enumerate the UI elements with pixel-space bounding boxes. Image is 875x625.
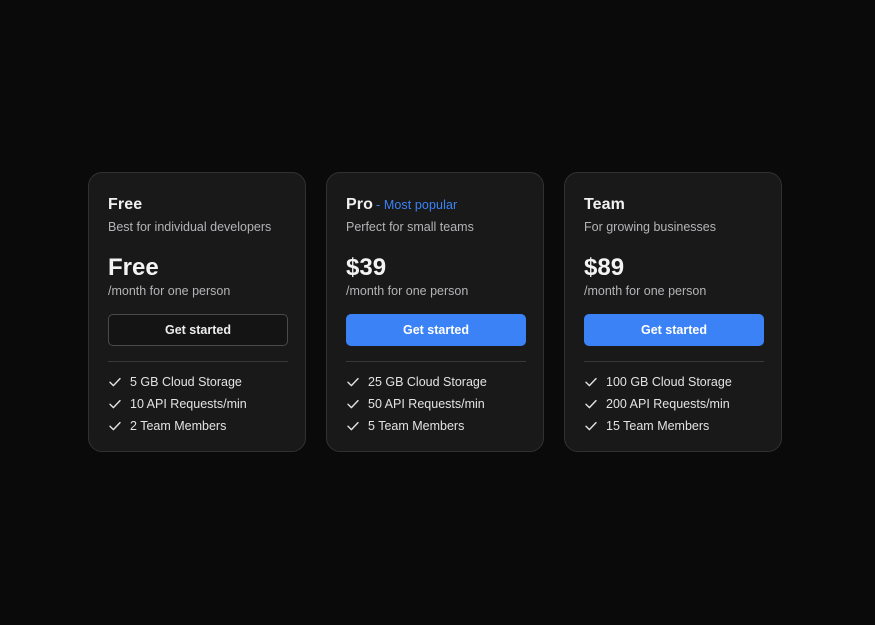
- price-period: /month for one person: [346, 284, 469, 298]
- most-popular-badge: - Most popular: [375, 198, 458, 212]
- feature-list: 5 GB Cloud Storage 10 API Requests/min 2…: [108, 371, 286, 437]
- feature-item: 100 GB Cloud Storage: [584, 371, 762, 393]
- check-icon: [346, 397, 360, 411]
- check-icon: [584, 397, 598, 411]
- check-icon: [346, 375, 360, 389]
- price-period: /month for one person: [584, 284, 707, 298]
- plan-description: Perfect for small teams: [346, 220, 474, 234]
- plan-price: Free: [108, 254, 159, 281]
- feature-label: 5 Team Members: [368, 419, 465, 433]
- pricing-cards: Free Best for individual developers Free…: [88, 172, 782, 452]
- pricing-card-free: Free Best for individual developers Free…: [88, 172, 306, 452]
- plan-name-row: Free: [108, 195, 286, 215]
- feature-item: 50 API Requests/min: [346, 393, 524, 415]
- feature-item: 5 Team Members: [346, 415, 524, 437]
- divider: [108, 361, 288, 362]
- get-started-button-team[interactable]: Get started: [584, 314, 764, 346]
- get-started-button-free[interactable]: Get started: [108, 314, 288, 346]
- plan-name-row: Team: [584, 195, 762, 215]
- feature-item: 10 API Requests/min: [108, 393, 286, 415]
- pricing-card-pro: Pro - Most popular Perfect for small team…: [326, 172, 544, 452]
- check-icon: [584, 419, 598, 433]
- feature-label: 5 GB Cloud Storage: [130, 375, 242, 389]
- check-icon: [108, 419, 122, 433]
- feature-label: 10 API Requests/min: [130, 397, 247, 411]
- feature-item: 5 GB Cloud Storage: [108, 371, 286, 393]
- check-icon: [346, 419, 360, 433]
- plan-description: Best for individual developers: [108, 220, 272, 234]
- feature-item: 200 API Requests/min: [584, 393, 762, 415]
- feature-item: 15 Team Members: [584, 415, 762, 437]
- feature-list: 100 GB Cloud Storage 200 API Requests/mi…: [584, 371, 762, 437]
- divider: [584, 361, 764, 362]
- feature-item: 25 GB Cloud Storage: [346, 371, 524, 393]
- divider: [346, 361, 526, 362]
- get-started-button-pro[interactable]: Get started: [346, 314, 526, 346]
- feature-label: 2 Team Members: [130, 419, 227, 433]
- feature-label: 200 API Requests/min: [606, 397, 730, 411]
- check-icon: [108, 397, 122, 411]
- feature-list: 25 GB Cloud Storage 50 API Requests/min …: [346, 371, 524, 437]
- plan-description: For growing businesses: [584, 220, 717, 234]
- pricing-card-team: Team For growing businesses $89 /month f…: [564, 172, 782, 452]
- plan-name-row: Pro - Most popular: [346, 195, 524, 215]
- plan-name: Free: [108, 196, 143, 213]
- price-period: /month for one person: [108, 284, 231, 298]
- feature-label: 50 API Requests/min: [368, 397, 485, 411]
- feature-label: 25 GB Cloud Storage: [368, 375, 487, 389]
- plan-name: Team: [584, 196, 626, 213]
- plan-price: $39: [346, 254, 387, 281]
- check-icon: [584, 375, 598, 389]
- feature-label: 15 Team Members: [606, 419, 710, 433]
- feature-item: 2 Team Members: [108, 415, 286, 437]
- plan-name: Pro: [346, 196, 373, 213]
- feature-label: 100 GB Cloud Storage: [606, 375, 732, 389]
- plan-price: $89: [584, 254, 625, 281]
- check-icon: [108, 375, 122, 389]
